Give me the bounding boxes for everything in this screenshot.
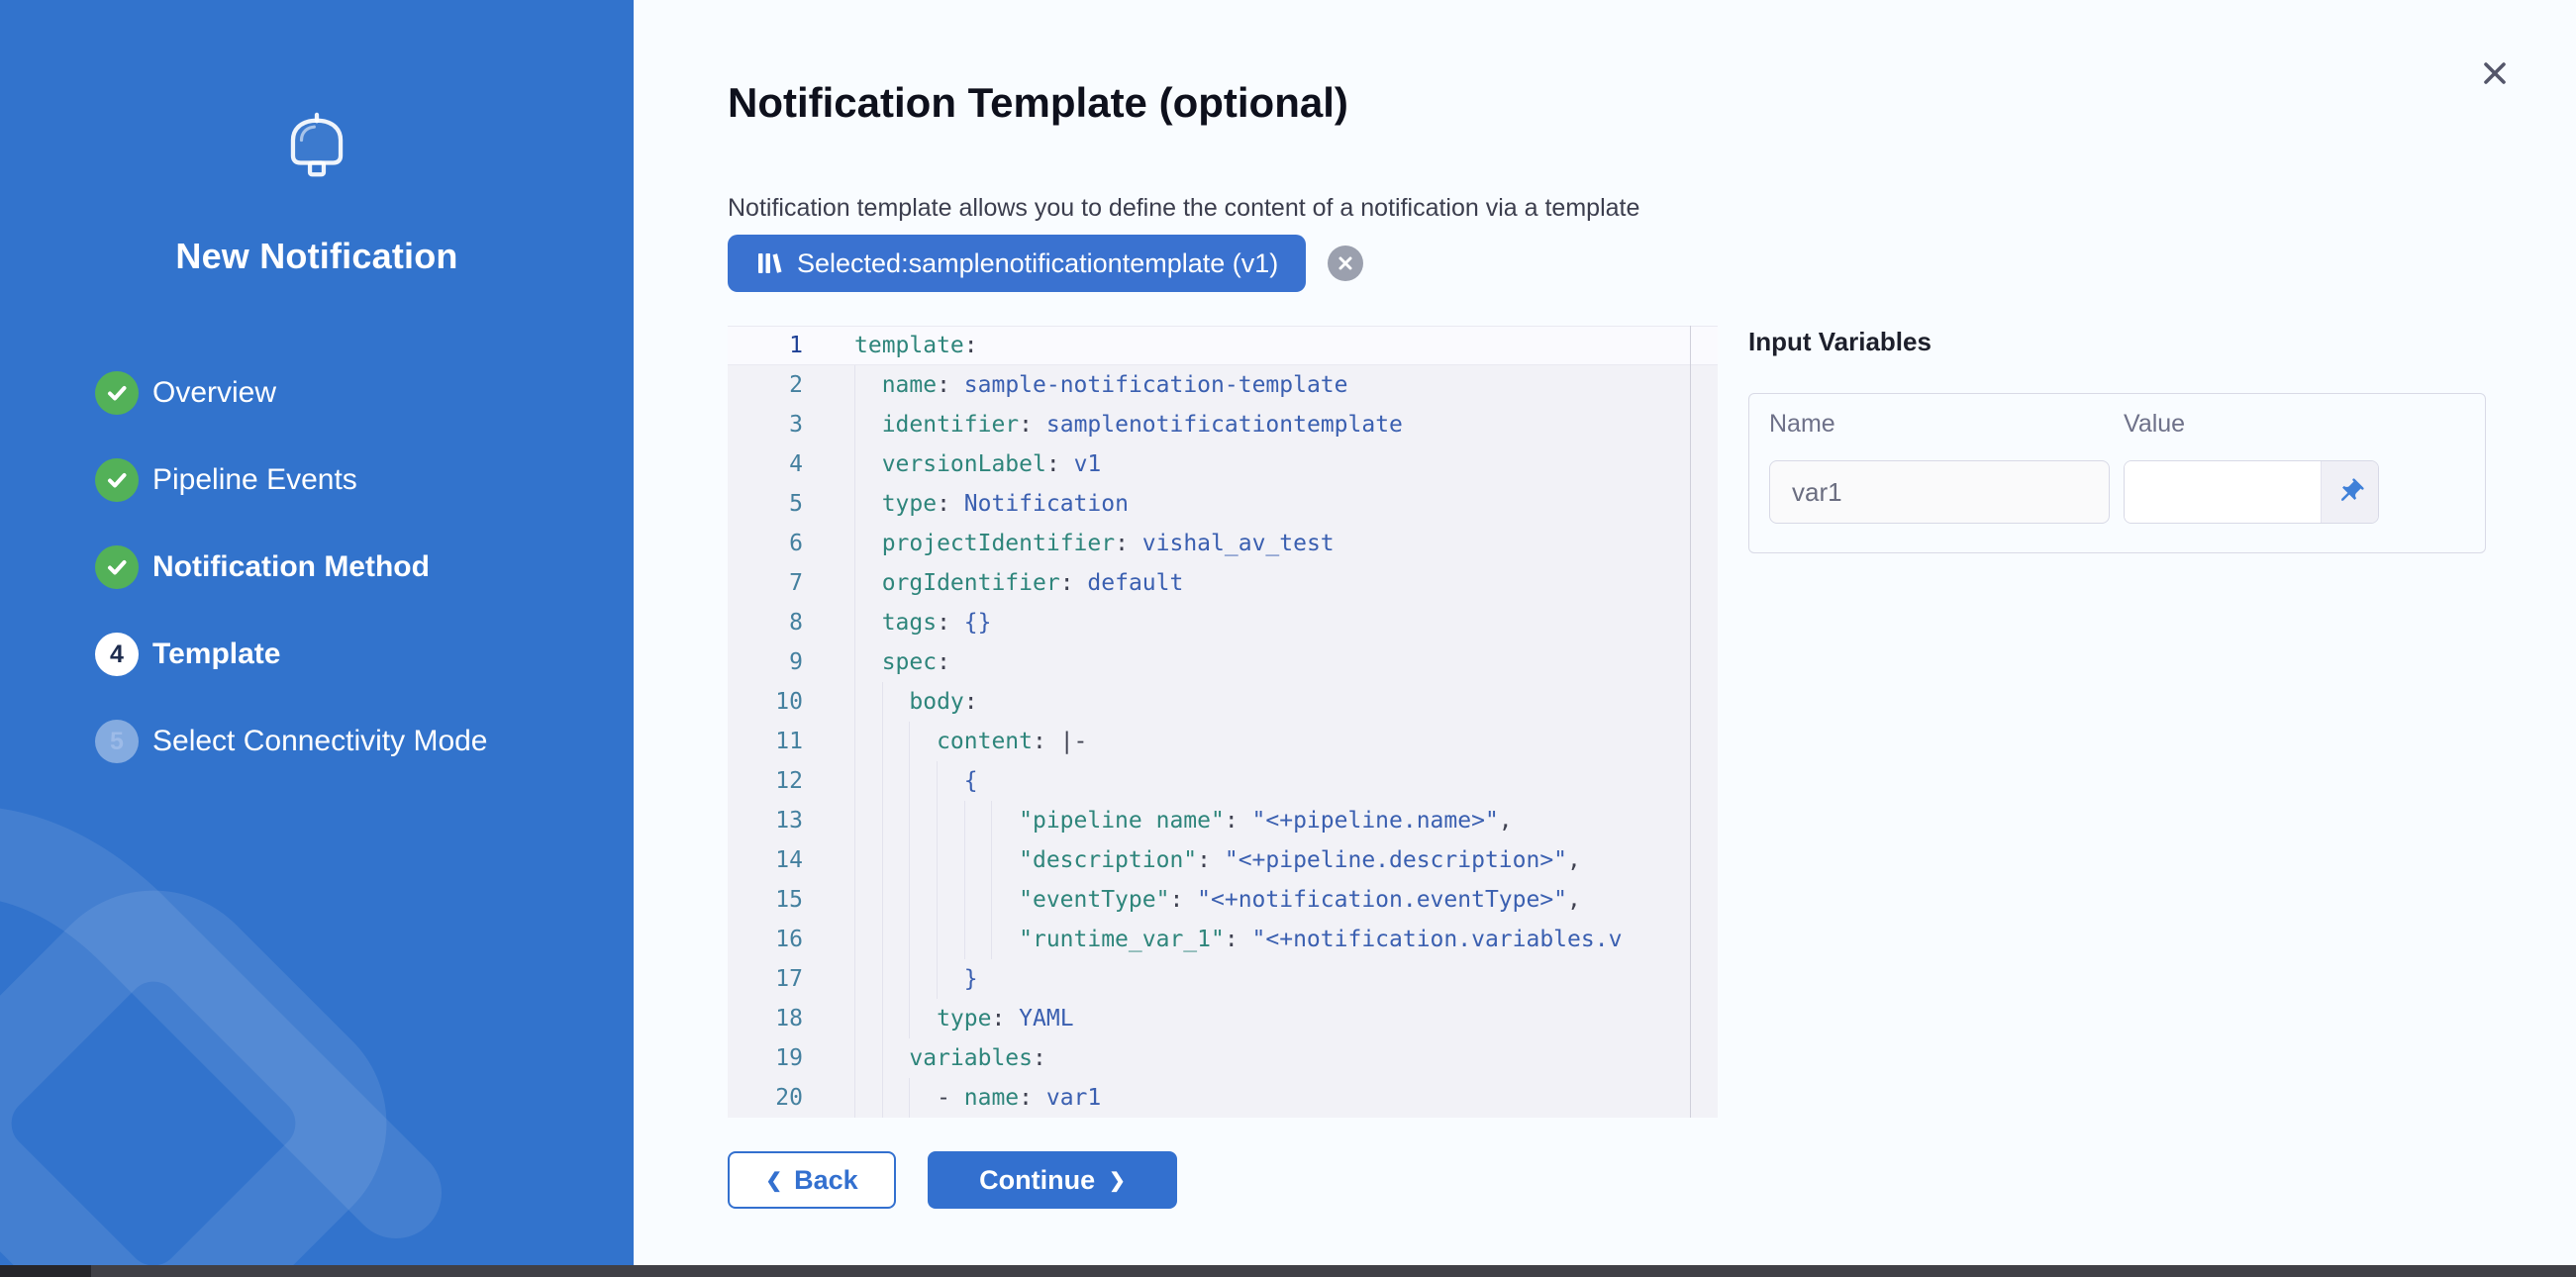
yaml-editor[interactable]: 1template:2name: sample-notification-tem… <box>728 326 1718 1118</box>
step-number-badge: 4 <box>95 633 139 676</box>
code-line: 19variables: <box>728 1038 1718 1078</box>
code-line: 8tags: {} <box>728 603 1718 642</box>
line-number: 6 <box>728 524 803 563</box>
bell-icon <box>278 107 355 188</box>
close-icon[interactable] <box>2473 51 2517 95</box>
variable-value-input[interactable] <box>2125 461 2321 523</box>
line-number: 20 <box>728 1078 803 1118</box>
code-line: 1template: <box>728 326 1718 365</box>
code-line: 5type: Notification <box>728 484 1718 524</box>
line-number: 17 <box>728 959 803 999</box>
back-button[interactable]: ❮ Back <box>728 1151 896 1209</box>
continue-button[interactable]: Continue ❯ <box>928 1151 1177 1209</box>
harness-watermark <box>0 742 634 1277</box>
selected-template-label: Selected:samplenotificationtemplate (v1) <box>797 248 1278 279</box>
code-line: 15"eventType": "<+notification.eventType… <box>728 880 1718 920</box>
sidebar-step-template[interactable]: 4 Template <box>0 633 634 676</box>
line-number: 7 <box>728 563 803 603</box>
line-number: 12 <box>728 761 803 801</box>
code-line: 20- name: var1 <box>728 1078 1718 1118</box>
code-line: 18type: YAML <box>728 999 1718 1038</box>
wizard-title: New Notification <box>0 236 634 277</box>
variable-value-group <box>2124 460 2379 524</box>
line-number: 9 <box>728 642 803 682</box>
line-number: 16 <box>728 920 803 959</box>
sidebar-step-pipeline-events[interactable]: Pipeline Events <box>0 458 634 502</box>
check-icon <box>95 458 139 502</box>
sidebar-step-overview[interactable]: Overview <box>0 371 634 415</box>
line-number: 1 <box>728 327 803 364</box>
line-number: 5 <box>728 484 803 524</box>
line-number: 18 <box>728 999 803 1038</box>
step-label: Pipeline Events <box>152 463 357 497</box>
code-line: 11content: |- <box>728 722 1718 761</box>
code-line: 4versionLabel: v1 <box>728 444 1718 484</box>
input-variables-title: Input Variables <box>1748 327 2486 357</box>
step-label: Notification Method <box>152 550 430 584</box>
pin-icon[interactable] <box>2321 461 2378 523</box>
step-number-badge: 5 <box>95 720 139 763</box>
wizard-sidebar: New Notification Overview Pipeline Event… <box>0 0 634 1277</box>
chevron-left-icon: ❮ <box>765 1168 782 1193</box>
code-line: 14"description": "<+pipeline.description… <box>728 840 1718 880</box>
code-line: 2name: sample-notification-template <box>728 365 1718 405</box>
remove-template-icon[interactable] <box>1328 246 1363 281</box>
check-icon <box>95 545 139 589</box>
code-line: 7orgIdentifier: default <box>728 563 1718 603</box>
code-line: 6projectIdentifier: vishal_av_test <box>728 524 1718 563</box>
code-line: 17} <box>728 959 1718 999</box>
step-label: Select Connectivity Mode <box>152 725 488 758</box>
chevron-right-icon: ❯ <box>1109 1168 1126 1193</box>
new-notification-wizard: New Notification Overview Pipeline Event… <box>0 0 2576 1277</box>
page-subtitle: Notification template allows you to defi… <box>728 194 1639 223</box>
code-line: 10body: <box>728 682 1718 722</box>
input-variables-box: Name Value <box>1748 393 2486 553</box>
line-number: 19 <box>728 1038 803 1078</box>
window-bottom-bar <box>0 1265 2576 1277</box>
variable-row <box>1769 460 2465 524</box>
code-line: 16"runtime_var_1": "<+notification.varia… <box>728 920 1718 959</box>
line-number: 11 <box>728 722 803 761</box>
line-number: 14 <box>728 840 803 880</box>
step-label: Template <box>152 638 280 671</box>
template-step-panel: Notification Template (optional) Notific… <box>634 0 2576 1277</box>
value-column-header: Value <box>2124 410 2185 439</box>
input-variables-panel: Input Variables Name Value <box>1748 317 2486 553</box>
code-line: 13"pipeline name": "<+pipeline.name>", <box>728 801 1718 840</box>
line-number: 2 <box>728 365 803 405</box>
code-line: 9spec: <box>728 642 1718 682</box>
line-number: 8 <box>728 603 803 642</box>
wizard-steps: Overview Pipeline Events Notification Me… <box>0 371 634 807</box>
line-number: 4 <box>728 444 803 484</box>
check-icon <box>95 371 139 415</box>
bottom-bar-corner <box>0 1265 91 1277</box>
code-line: 3identifier: samplenotificationtemplate <box>728 405 1718 444</box>
template-library-icon <box>755 249 783 277</box>
name-column-header: Name <box>1769 410 2124 439</box>
sidebar-step-notification-method[interactable]: Notification Method <box>0 545 634 589</box>
selected-template-chip[interactable]: Selected:samplenotificationtemplate (v1) <box>728 235 1306 292</box>
code-line: 12{ <box>728 761 1718 801</box>
step-label: Overview <box>152 376 276 410</box>
sidebar-step-select-connectivity-mode[interactable]: 5 Select Connectivity Mode <box>0 720 634 763</box>
variable-name-input[interactable] <box>1769 460 2110 524</box>
line-number: 10 <box>728 682 803 722</box>
line-number: 15 <box>728 880 803 920</box>
line-number: 3 <box>728 405 803 444</box>
line-number: 13 <box>728 801 803 840</box>
page-title: Notification Template (optional) <box>728 79 1348 127</box>
